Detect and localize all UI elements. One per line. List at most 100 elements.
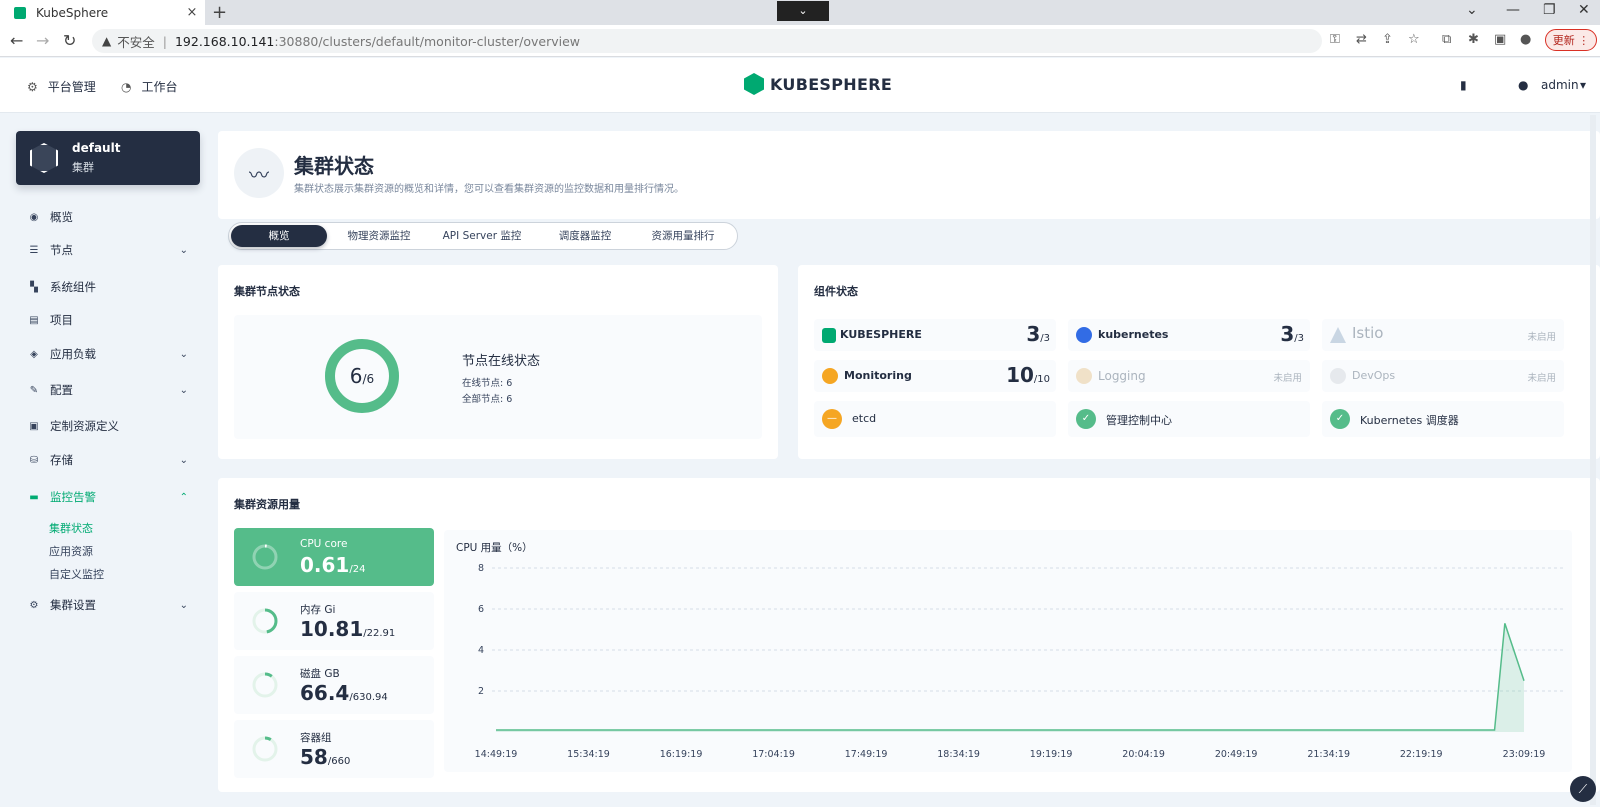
cluster-icon: [30, 143, 58, 173]
workbench-link[interactable]: ◔ 工作台: [121, 78, 178, 95]
page-scrollbar[interactable]: [1590, 115, 1596, 805]
chevron-down-icon: ⌄: [179, 454, 188, 466]
memory-ring: [252, 608, 278, 634]
disk-ring: [252, 672, 278, 698]
sidebar-item-projects[interactable]: ▤ 项目: [28, 312, 188, 328]
subnav-custom-monitoring[interactable]: 自定义监控: [49, 566, 104, 582]
sidebar-item-cluster-settings[interactable]: ⚙ 集群设置 ⌄: [28, 597, 188, 613]
forward-icon[interactable]: →: [36, 31, 49, 50]
user-name[interactable]: admin: [1541, 78, 1579, 92]
sidebar-item-config[interactable]: ✎ 配置 ⌄: [28, 382, 188, 398]
node-ring-label: 6/6: [324, 364, 400, 388]
docs-icon[interactable]: ▮: [1460, 78, 1467, 92]
browser-tab[interactable]: KubeSphere ×: [0, 0, 205, 25]
user-avatar-icon[interactable]: ●: [1518, 78, 1528, 92]
node-online-status-title: 节点在线状态: [462, 354, 541, 369]
platform-label: 平台管理: [47, 80, 96, 94]
resource-value: 58/660: [300, 745, 350, 769]
count-total: /3: [1040, 333, 1050, 344]
component-name: Monitoring: [844, 369, 912, 382]
extension-icon[interactable]: ⧉: [1442, 32, 1451, 47]
total: /630.94: [349, 692, 388, 703]
count-value: 3: [1026, 322, 1041, 346]
close-window-icon[interactable]: ✕: [1578, 2, 1590, 18]
component-kubernetes[interactable]: kubernetes 3/3: [1068, 319, 1310, 351]
subnav-app-resources[interactable]: 应用资源: [49, 543, 93, 559]
resource-value: 0.61/24: [300, 553, 365, 577]
tab-overview[interactable]: 概览: [231, 225, 327, 247]
resource-pods[interactable]: 容器组 58/660: [234, 720, 434, 778]
component-kubesphere[interactable]: KUBESPHERE 3/3: [814, 319, 1056, 351]
kubesphere-logo-icon: [744, 73, 764, 95]
sidepanel-icon[interactable]: ▣: [1494, 32, 1506, 47]
key-icon[interactable]: ⚿: [1330, 32, 1340, 47]
tab-scheduler[interactable]: 调度器监控: [537, 225, 633, 247]
cluster-selector[interactable]: default 集群: [16, 131, 200, 185]
close-tab-icon[interactable]: ×: [179, 5, 205, 20]
resource-label: CPU core: [300, 538, 348, 550]
tab-physical-resources[interactable]: 物理资源监控: [331, 225, 427, 247]
resource-memory[interactable]: 内存 Gi 10.81/22.91: [234, 592, 434, 650]
profile-icon[interactable]: ●: [1520, 32, 1531, 47]
cpu-chart-svg: 2 4 6 8 14:49:19 15:34:19 16:19:19 17:04:19 17:4…: [475, 563, 1564, 760]
tab-api-server[interactable]: API Server 监控: [429, 225, 535, 247]
total: /24: [349, 564, 366, 575]
tab-title: KubeSphere: [36, 5, 109, 20]
new-tab-icon[interactable]: +: [212, 2, 227, 23]
sidebar-item-monitoring[interactable]: ▬ 监控告警 ⌃: [28, 489, 188, 505]
restore-icon[interactable]: ❐: [1543, 2, 1556, 18]
user-dropdown-icon[interactable]: ▾: [1580, 78, 1586, 92]
tool-icon[interactable]: ⟋: [1570, 776, 1596, 802]
sidebar-item-crd[interactable]: ▣ 定制资源定义: [28, 418, 188, 434]
chevron-down-icon: ⌄: [179, 384, 188, 396]
workbench-label: 工作台: [141, 80, 178, 94]
subnav-cluster-status[interactable]: 集群状态: [49, 520, 93, 536]
component-name: DevOps: [1352, 369, 1396, 382]
sidebar-item-workloads[interactable]: ◈ 应用负载 ⌄: [28, 346, 188, 362]
component-monitoring[interactable]: Monitoring 10/10: [814, 360, 1056, 392]
y-tick-label: 4: [478, 645, 484, 656]
update-button[interactable]: 更新 ⋮: [1545, 29, 1597, 51]
reload-icon[interactable]: ↻: [63, 31, 76, 50]
total-nodes-line: 全部节点: 6: [462, 394, 513, 405]
address-bar: ← → ↻ ▲ 不安全 | 192.168.10.141 :30880/clus…: [0, 25, 1600, 57]
component-istio[interactable]: Istio 未启用: [1322, 319, 1564, 351]
component-controller-manager[interactable]: ✓ 管理控制中心: [1068, 401, 1310, 437]
chevron-down-icon: ⌄: [179, 348, 188, 360]
kubesphere-logo[interactable]: KUBESPHERE: [744, 73, 892, 95]
back-icon[interactable]: ←: [10, 31, 23, 50]
resource-disk[interactable]: 磁盘 GB 66.4/630.94: [234, 656, 434, 714]
component-devops[interactable]: DevOps 未启用: [1322, 360, 1564, 392]
url-separator: |: [162, 33, 167, 49]
translate-icon[interactable]: ⇄: [1356, 32, 1367, 47]
count-total: /10: [1033, 374, 1050, 385]
sidebar-item-nodes[interactable]: ☰ 节点 ⌄: [28, 242, 188, 258]
component-name: KUBESPHERE: [840, 328, 922, 341]
value: 58: [300, 745, 328, 769]
tab-search-chevron-icon[interactable]: ⌄: [777, 1, 829, 21]
component-scheduler[interactable]: ✓ Kubernetes 调度器: [1322, 401, 1564, 437]
sidebar-item-label: 定制资源定义: [50, 419, 119, 433]
puzzle-icon[interactable]: ✱: [1468, 32, 1479, 47]
insecure-label: 不安全: [117, 34, 155, 50]
resource-cpu[interactable]: CPU core 0.61/24: [234, 528, 434, 586]
url-field[interactable]: ▲ 不安全 | 192.168.10.141 :30880/clusters/d…: [92, 29, 1322, 53]
component-logging[interactable]: Logging 未启用: [1068, 360, 1310, 392]
sidebar-item-label: 监控告警: [50, 490, 96, 504]
tab-usage-ranking[interactable]: 资源用量排行: [635, 225, 731, 247]
chevron-down-icon[interactable]: ⌄: [1466, 2, 1478, 18]
check-icon: ✓: [1330, 409, 1350, 429]
component-etcd[interactable]: — etcd: [814, 401, 1056, 437]
component-status-card: 组件状态 KUBESPHERE 3/3 kubernetes 3/3 Istio…: [798, 265, 1600, 459]
sidebar-item-storage[interactable]: ⛁ 存储 ⌄: [28, 452, 188, 468]
share-icon[interactable]: ⇪: [1382, 32, 1393, 47]
monitoring-icon: [822, 368, 838, 384]
bookmark-star-icon[interactable]: ☆: [1408, 32, 1420, 47]
sidebar-item-components[interactable]: ▚ 系统组件: [28, 279, 188, 295]
nodes-total-count: /6: [362, 372, 375, 386]
sidebar-item-overview[interactable]: ◉ 概览: [28, 209, 188, 225]
minimize-icon[interactable]: —: [1506, 2, 1520, 18]
platform-menu[interactable]: ⚙ 平台管理: [27, 78, 96, 95]
component-count: 3/3: [1026, 322, 1050, 346]
devops-icon: [1330, 368, 1346, 384]
